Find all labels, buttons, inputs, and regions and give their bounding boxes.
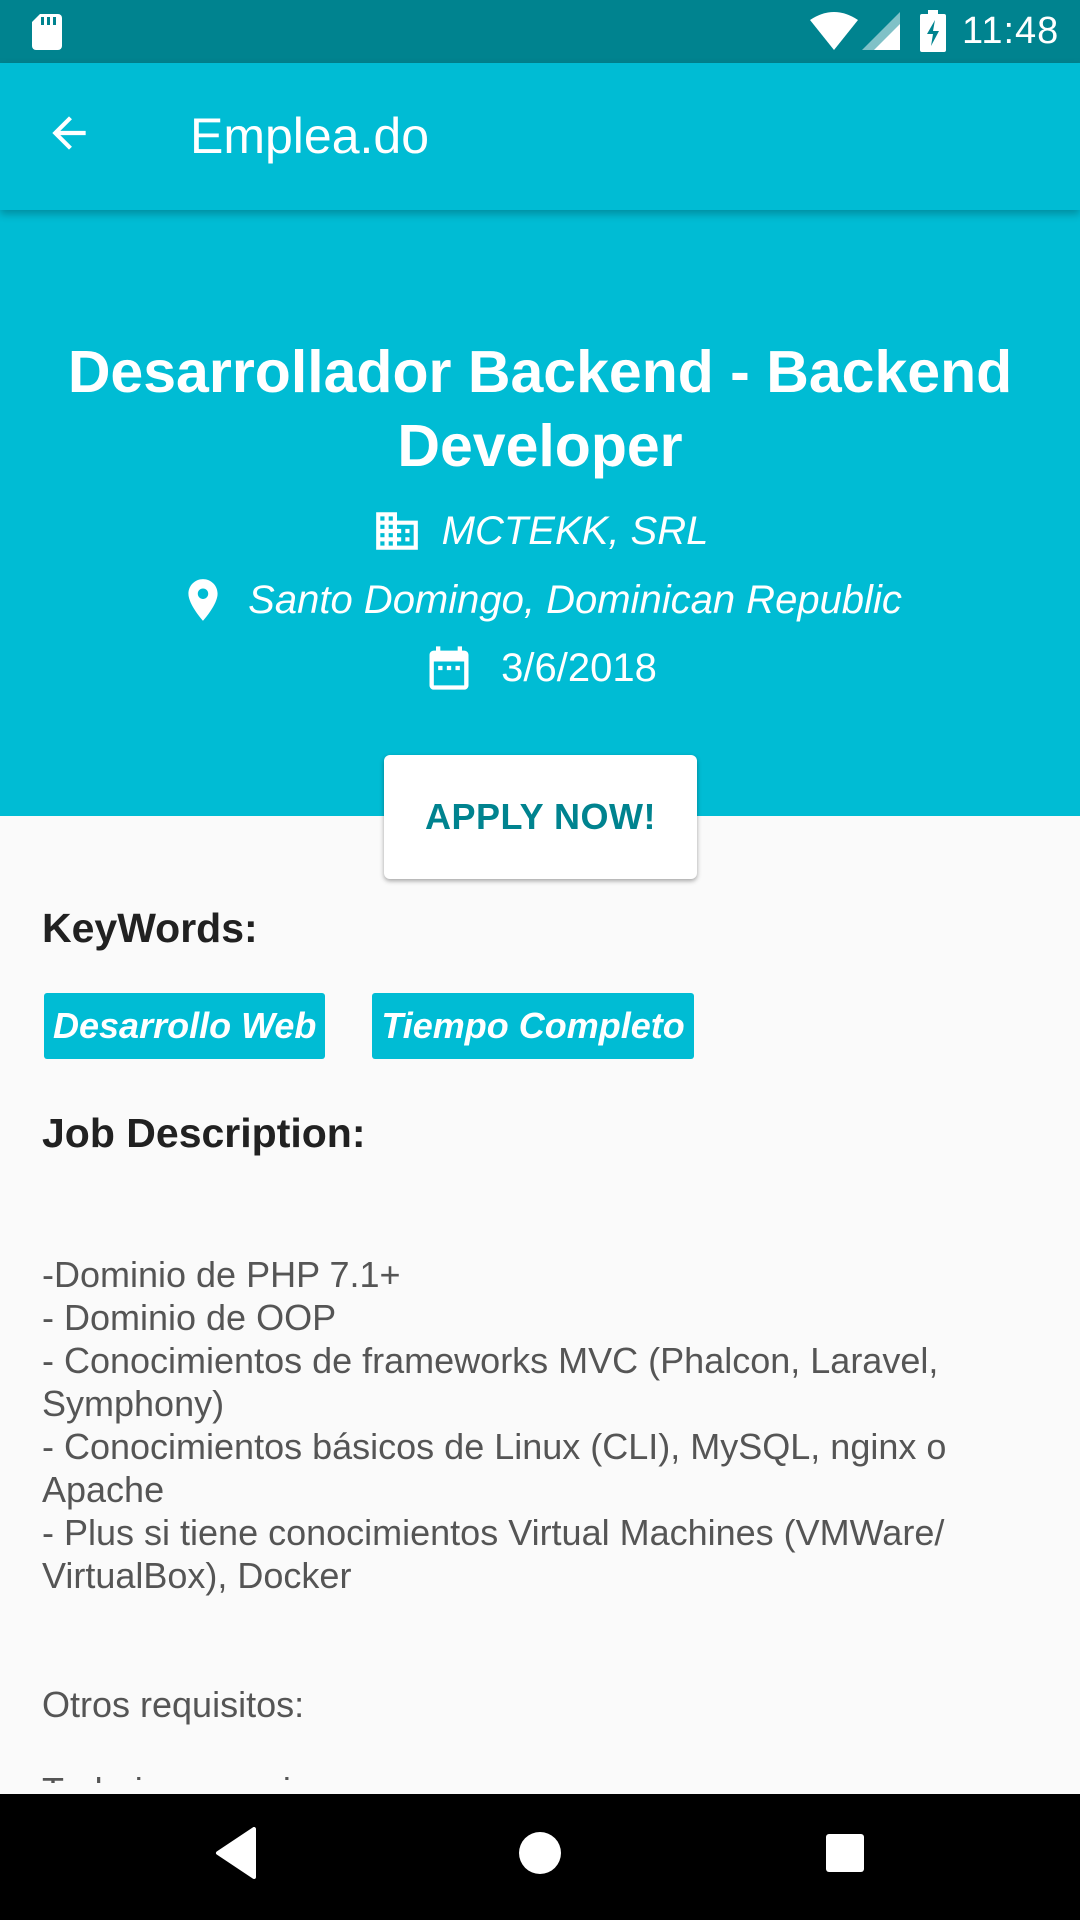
arrow-back-icon[interactable]: [44, 108, 94, 158]
job-description-title: Job Description:: [42, 1110, 366, 1156]
wifi-icon: [810, 12, 858, 50]
job-header: Desarrollador Backend - Backend Develope…: [0, 210, 1080, 816]
status-time: 11:48: [962, 10, 1060, 52]
description-line: [42, 1597, 1042, 1640]
building-icon: [375, 512, 418, 550]
battery-charging-icon: [920, 10, 946, 52]
recents-square-icon[interactable]: [823, 1827, 867, 1879]
job-description-body: -Dominio de PHP 7.1+ - Dominio de OOP - …: [42, 1253, 1042, 1783]
sd-card-icon: [32, 14, 62, 50]
keyword-chip[interactable]: Tiempo Completo: [372, 993, 694, 1059]
description-line: [42, 1640, 1042, 1683]
date-row: 3/6/2018: [0, 640, 1080, 696]
location-row: Santo Domingo, Dominican Republic: [0, 572, 1080, 628]
post-date: 3/6/2018: [501, 645, 657, 690]
description-line: Otros requisitos:: [42, 1684, 305, 1725]
keywords-title: KeyWords:: [42, 905, 258, 951]
status-bar: 11:48: [0, 0, 1080, 63]
system-nav-bar: [0, 1794, 1080, 1920]
description-line: Symphony): [42, 1383, 225, 1424]
description-line: - Conocimientos básicos de Linux (CLI), …: [42, 1426, 947, 1467]
cell-signal-icon: [862, 12, 900, 50]
description-line: - Conocimientos de frameworks MVC (Phalc…: [42, 1340, 939, 1381]
home-circle-icon[interactable]: [518, 1827, 562, 1879]
job-location: Santo Domingo, Dominican Republic: [248, 577, 902, 622]
apply-now-button[interactable]: APPLY NOW!: [384, 755, 697, 879]
description-line: - Plus si tiene conocimientos Virtual Ma…: [42, 1512, 945, 1553]
job-title: Desarrollador Backend - Backend Develope…: [67, 339, 1013, 479]
description-line: - Dominio de OOP: [42, 1297, 337, 1338]
company-name: MCTEKK, SRL: [441, 508, 709, 553]
back-triangle-icon[interactable]: [214, 1827, 258, 1879]
calendar-icon: [429, 646, 469, 690]
description-line: -Dominio de PHP 7.1+: [42, 1254, 401, 1295]
company-row: MCTEKK, SRL: [0, 506, 1080, 556]
location-pin-icon: [188, 579, 218, 621]
description-line: VirtualBox), Docker: [42, 1555, 352, 1596]
description-line: [42, 1726, 1042, 1769]
description-line: Trabajo en equipo: [42, 1769, 1042, 1783]
keyword-chip[interactable]: Desarrollo Web: [44, 993, 326, 1059]
app-bar: Emplea.do: [0, 63, 1080, 210]
app-title: Emplea.do: [190, 108, 430, 164]
description-line: Apache: [42, 1469, 165, 1510]
keyword-chips: Desarrollo Web Tiempo Completo: [44, 993, 694, 1059]
